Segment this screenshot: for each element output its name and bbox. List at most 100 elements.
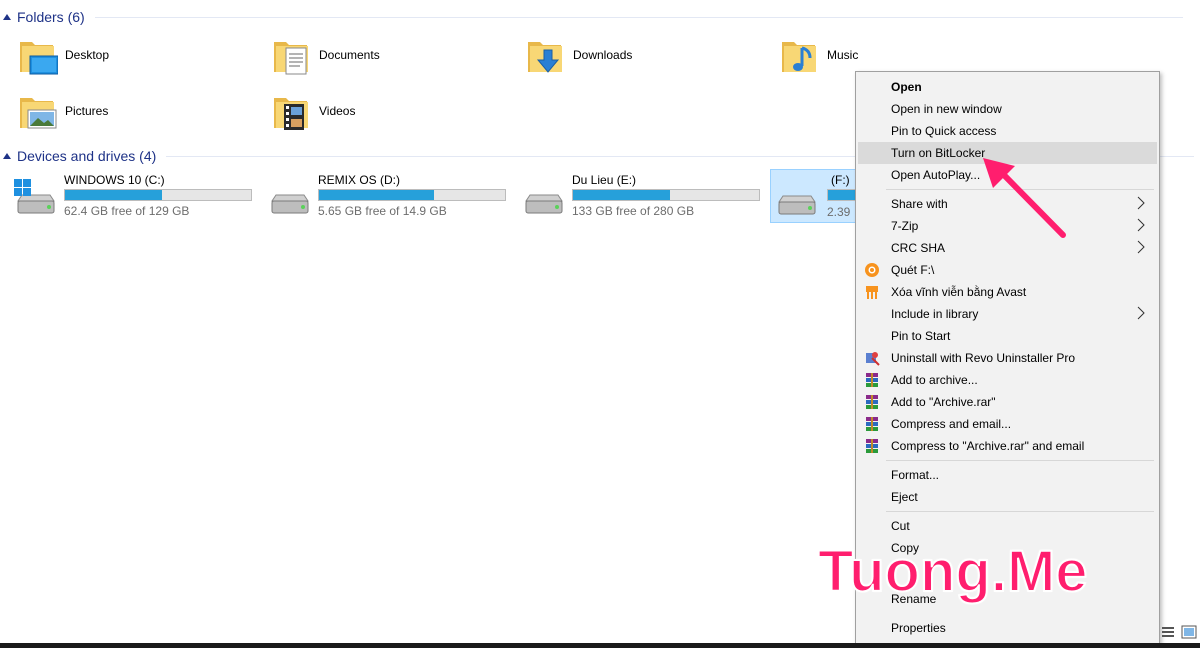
folder-pictures[interactable]: Pictures: [0, 90, 230, 136]
watermark-logo: Tuong.Me: [817, 538, 1089, 605]
menu-item-avast-scan[interactable]: Quét F:\: [858, 259, 1157, 281]
folder-downloads[interactable]: Downloads: [508, 34, 738, 80]
drive-usage-bar: [64, 189, 252, 201]
menu-item-7zip[interactable]: 7-Zip: [858, 215, 1157, 237]
documents-folder-icon: [274, 42, 308, 75]
menu-item-pin-quick-access[interactable]: Pin to Quick access: [858, 120, 1157, 142]
menu-item-add-archive[interactable]: Add to archive...: [858, 369, 1157, 391]
menu-item-label: Pin to Quick access: [891, 124, 997, 138]
menu-item-label: Open: [891, 80, 922, 94]
folder-videos[interactable]: Videos: [254, 90, 484, 136]
menu-item-label: Open AutoPlay...: [891, 168, 981, 182]
menu-item-label: Quét F:\: [891, 263, 935, 277]
menu-item-pin-start[interactable]: Pin to Start: [858, 325, 1157, 347]
menu-item-label: Open in new window: [891, 102, 1002, 116]
menu-item-properties[interactable]: Properties: [858, 617, 1157, 639]
hard-drive-icon: [271, 194, 309, 214]
drive-usage-fill: [319, 190, 435, 200]
drive-free-space: 2.39: [827, 205, 851, 219]
menu-separator: [886, 460, 1154, 461]
drive-free-space: 5.65 GB free of 14.9 GB: [318, 204, 447, 218]
folders-group-title: Folders (6): [17, 9, 85, 25]
shredder-icon: [866, 286, 878, 299]
menu-item-label: Compress to "Archive.rar" and email: [891, 439, 1085, 453]
menu-item-compress-email[interactable]: Compress and email...: [858, 413, 1157, 435]
winrar-icon: [866, 373, 878, 387]
winrar-icon: [866, 417, 878, 431]
menu-item-label: Compress and email...: [891, 417, 1012, 431]
chevron-right-icon: [1137, 196, 1145, 210]
menu-item-include-library[interactable]: Include in library: [858, 303, 1157, 325]
menu-item-label: Pin to Start: [891, 329, 951, 343]
drive-free-space: 133 GB free of 280 GB: [572, 204, 695, 218]
menu-item-open[interactable]: Open: [858, 76, 1157, 98]
view-mode-icons[interactable]: [1160, 624, 1200, 640]
drive-usage-fill: [573, 190, 670, 200]
menu-item-label: Uninstall with Revo Uninstaller Pro: [891, 351, 1076, 365]
windows-drive-icon: [14, 179, 55, 214]
drive-d[interactable]: REMIX OS (D:) 5.65 GB free of 14.9 GB: [254, 171, 506, 221]
menu-item-format[interactable]: Format...: [858, 464, 1157, 486]
menu-item-avast-shred[interactable]: Xóa vĩnh viễn bằng Avast: [858, 281, 1157, 303]
collapse-triangle-icon[interactable]: [3, 153, 11, 159]
drive-label: Du Lieu (E:): [572, 173, 637, 187]
menu-item-label: Cut: [891, 519, 910, 533]
pictures-folder-icon: [20, 98, 57, 129]
menu-item-label: CRC SHA: [891, 241, 946, 255]
drive-usage-fill: [828, 190, 856, 200]
drive-usage-bar: [827, 189, 857, 201]
folder-label: Music: [827, 48, 859, 62]
avast-icon: [865, 263, 879, 277]
folder-documents[interactable]: Documents: [254, 34, 484, 80]
drive-c[interactable]: WINDOWS 10 (C:) 62.4 GB free of 129 GB: [0, 171, 252, 221]
drive-label: REMIX OS (D:): [318, 173, 401, 187]
menu-item-turn-on-bitlocker[interactable]: Turn on BitLocker: [858, 142, 1157, 164]
menu-item-eject[interactable]: Eject: [858, 486, 1157, 508]
menu-item-add-archive-rar[interactable]: Add to "Archive.rar": [858, 391, 1157, 413]
revo-icon: [866, 352, 880, 366]
menu-item-label: Share with: [891, 197, 948, 211]
hard-drive-icon: [778, 195, 816, 215]
collapse-triangle-icon[interactable]: [3, 14, 11, 20]
menu-separator: [886, 189, 1154, 190]
menu-item-revo-uninstall[interactable]: Uninstall with Revo Uninstaller Pro: [858, 347, 1157, 369]
downloads-folder-icon: [528, 42, 562, 73]
menu-item-label: Include in library: [891, 307, 979, 321]
menu-separator: [886, 511, 1154, 512]
drive-usage-bar: [572, 189, 760, 201]
menu-item-label: Turn on BitLocker: [891, 146, 986, 160]
drive-f[interactable]: (F:) 2.39: [770, 169, 860, 223]
chevron-right-icon: [1137, 218, 1145, 232]
menu-item-crc-sha[interactable]: CRC SHA: [858, 237, 1157, 259]
folder-label: Downloads: [573, 48, 633, 62]
drive-usage-bar: [318, 189, 506, 201]
menu-item-open-new-window[interactable]: Open in new window: [858, 98, 1157, 120]
chevron-right-icon: [1137, 240, 1145, 254]
drive-label: (F:): [831, 173, 850, 187]
drive-free-space: 62.4 GB free of 129 GB: [64, 204, 190, 218]
videos-folder-icon: [274, 98, 308, 130]
drive-usage-fill: [65, 190, 162, 200]
menu-item-label: Format...: [891, 468, 940, 482]
folder-label: Documents: [319, 48, 380, 62]
menu-item-label: Xóa vĩnh viễn bằng Avast: [891, 285, 1027, 299]
drive-e[interactable]: Du Lieu (E:) 133 GB free of 280 GB: [508, 171, 760, 221]
folder-label: Videos: [319, 104, 356, 118]
menu-item-label: Eject: [891, 490, 918, 504]
folders-group-header[interactable]: Folders (6): [0, 7, 1183, 27]
folder-label: Pictures: [65, 104, 109, 118]
music-folder-icon: [782, 42, 816, 72]
menu-item-label: 7-Zip: [891, 219, 919, 233]
menu-item-label: Add to archive...: [891, 373, 978, 387]
taskbar-edge: [0, 643, 1200, 648]
chevron-right-icon: [1137, 306, 1145, 320]
menu-item-share-with[interactable]: Share with: [858, 193, 1157, 215]
folder-desktop[interactable]: Desktop: [0, 34, 230, 80]
menu-item-open-autoplay[interactable]: Open AutoPlay...: [858, 164, 1157, 186]
menu-item-cut[interactable]: Cut: [858, 515, 1157, 537]
menu-item-label: Properties: [891, 621, 946, 635]
group-divider: [94, 16, 1183, 18]
menu-item-compress-rar-email[interactable]: Compress to "Archive.rar" and email: [858, 435, 1157, 457]
desktop-folder-icon: [20, 42, 58, 75]
drive-label: WINDOWS 10 (C:): [64, 173, 165, 187]
